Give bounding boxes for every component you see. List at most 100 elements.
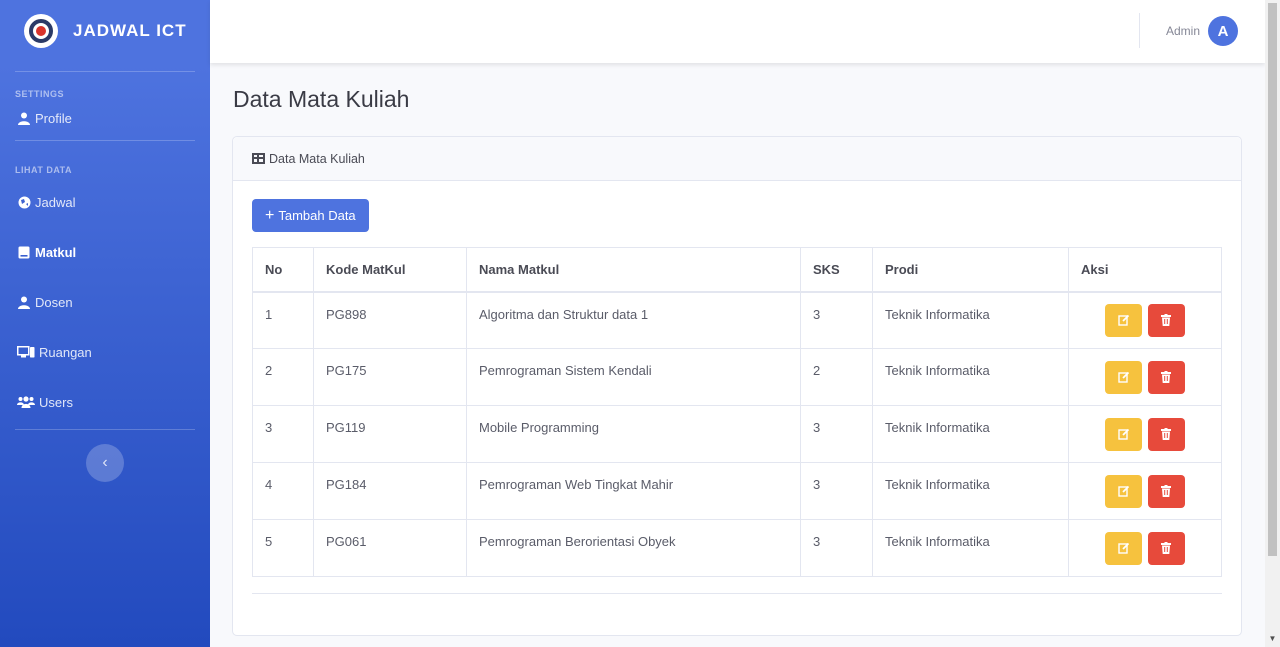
scroll-down-arrow-icon[interactable]: ▼ bbox=[1268, 634, 1277, 643]
edit-button[interactable] bbox=[1105, 303, 1143, 337]
card-header: Data Mata Kuliah bbox=[233, 137, 1241, 181]
sidebar-item-label: Matkul bbox=[35, 244, 77, 260]
book-icon bbox=[17, 245, 31, 259]
cell-kode: PG898 bbox=[313, 291, 467, 349]
cell-prodi: Teknik Informatika bbox=[872, 462, 1069, 520]
sidebar-heading-settings: SETTINGS bbox=[15, 89, 65, 99]
sidebar-item-ruangan[interactable]: Ruangan bbox=[0, 327, 210, 377]
avatar[interactable]: A bbox=[1208, 16, 1238, 46]
column-header-aksi: Aksi bbox=[1068, 247, 1222, 293]
scrollbar-thumb[interactable] bbox=[1268, 3, 1277, 556]
cell-no: 5 bbox=[252, 519, 314, 577]
cell-no: 3 bbox=[252, 405, 314, 463]
cell-nama: Mobile Programming bbox=[466, 405, 801, 463]
column-header-kode: Kode MatKul bbox=[313, 247, 467, 293]
cell-aksi bbox=[1068, 291, 1222, 349]
cell-no: 2 bbox=[252, 348, 314, 406]
sidebar-item-jadwal[interactable]: Jadwal bbox=[0, 177, 210, 227]
delete-button[interactable] bbox=[1147, 531, 1185, 565]
sidebar-item-label: Jadwal bbox=[35, 194, 76, 210]
edit-button[interactable] bbox=[1105, 360, 1143, 394]
brand[interactable]: JADWAL ICT bbox=[0, 0, 210, 62]
cell-nama: Algoritma dan Struktur data 1 bbox=[466, 291, 801, 349]
data-card: Data Mata Kuliah + Tambah Data No Kode M… bbox=[232, 136, 1242, 636]
table-row: 4 PG184 Pemrograman Web Tingkat Mahir 3 … bbox=[252, 462, 1222, 520]
trash-icon bbox=[1161, 428, 1172, 440]
sidebar: JADWAL ICT SETTINGS Profile LIHAT DATA J… bbox=[0, 0, 210, 647]
edit-icon bbox=[1117, 428, 1129, 440]
cell-aksi bbox=[1068, 348, 1222, 406]
sidebar-heading-lihat-data: LIHAT DATA bbox=[15, 165, 72, 175]
sidebar-item-label: Dosen bbox=[35, 294, 73, 310]
edit-icon bbox=[1117, 485, 1129, 497]
trash-icon bbox=[1161, 314, 1172, 327]
edit-icon bbox=[1117, 315, 1129, 326]
delete-button[interactable] bbox=[1147, 303, 1185, 337]
cell-kode: PG184 bbox=[313, 462, 467, 520]
topbar-divider bbox=[1139, 13, 1140, 48]
brand-logo-icon bbox=[24, 14, 58, 48]
cell-sks: 3 bbox=[800, 405, 873, 463]
cell-kode: PG119 bbox=[313, 405, 467, 463]
card-title: Data Mata Kuliah bbox=[269, 151, 365, 166]
users-icon bbox=[17, 395, 35, 409]
cell-sks: 3 bbox=[800, 519, 873, 577]
cell-aksi bbox=[1068, 519, 1222, 577]
globe-icon bbox=[17, 195, 31, 209]
cell-kode: PG175 bbox=[313, 348, 467, 406]
topbar: Admin A bbox=[210, 0, 1265, 63]
cell-prodi: Teknik Informatika bbox=[872, 519, 1069, 577]
trash-icon bbox=[1161, 371, 1172, 383]
matkul-table: No Kode MatKul Nama Matkul SKS Prodi Aks… bbox=[252, 247, 1222, 577]
table-row: 3 PG119 Mobile Programming 3 Teknik Info… bbox=[252, 405, 1222, 463]
sidebar-item-label: Users bbox=[39, 394, 73, 410]
sidebar-item-profile[interactable]: Profile bbox=[0, 99, 210, 137]
column-header-sks: SKS bbox=[800, 247, 873, 293]
sidebar-item-label: Ruangan bbox=[39, 344, 92, 360]
cell-aksi bbox=[1068, 462, 1222, 520]
column-header-prodi: Prodi bbox=[872, 247, 1069, 293]
sidebar-item-matkul[interactable]: Matkul bbox=[0, 227, 210, 277]
trash-icon bbox=[1161, 542, 1172, 554]
column-header-nama: Nama Matkul bbox=[466, 247, 801, 293]
trash-icon bbox=[1161, 485, 1172, 497]
cell-sks: 3 bbox=[800, 462, 873, 520]
delete-button[interactable] bbox=[1147, 474, 1185, 508]
sidebar-item-users[interactable]: Users bbox=[0, 377, 210, 427]
cell-sks: 2 bbox=[800, 348, 873, 406]
table-header-row: No Kode MatKul Nama Matkul SKS Prodi Aks… bbox=[252, 247, 1222, 293]
page-title: Data Mata Kuliah bbox=[233, 86, 410, 112]
cell-sks: 3 bbox=[800, 291, 873, 349]
cell-aksi bbox=[1068, 405, 1222, 463]
delete-button[interactable] bbox=[1147, 360, 1185, 394]
user-icon bbox=[17, 295, 31, 309]
add-data-button[interactable]: + Tambah Data bbox=[252, 199, 369, 232]
add-data-label: Tambah Data bbox=[278, 208, 356, 223]
edit-button[interactable] bbox=[1105, 474, 1143, 508]
scrollbar[interactable]: ▼ bbox=[1265, 0, 1280, 647]
cell-nama: Pemrograman Web Tingkat Mahir bbox=[466, 462, 801, 520]
column-header-no: No bbox=[252, 247, 314, 293]
user-name[interactable]: Admin bbox=[1166, 24, 1200, 38]
table-bottom-divider bbox=[252, 593, 1222, 594]
desktop-icon bbox=[17, 345, 35, 359]
cell-prodi: Teknik Informatika bbox=[872, 291, 1069, 349]
sidebar-item-dosen[interactable]: Dosen bbox=[0, 277, 210, 327]
edit-icon bbox=[1117, 542, 1129, 554]
chevron-left-icon: ‹ bbox=[102, 454, 108, 471]
brand-name: JADWAL ICT bbox=[73, 21, 187, 40]
edit-button[interactable] bbox=[1105, 531, 1143, 565]
table-row: 5 PG061 Pemrograman Berorientasi Obyek 3… bbox=[252, 519, 1222, 577]
sidebar-toggle-button[interactable]: ‹ bbox=[86, 444, 124, 482]
cell-prodi: Teknik Informatika bbox=[872, 405, 1069, 463]
table-icon bbox=[252, 153, 265, 164]
edit-button[interactable] bbox=[1105, 417, 1143, 451]
cell-nama: Pemrograman Sistem Kendali bbox=[466, 348, 801, 406]
cell-no: 1 bbox=[252, 291, 314, 349]
delete-button[interactable] bbox=[1147, 417, 1185, 451]
sidebar-divider bbox=[15, 429, 195, 430]
sidebar-divider bbox=[15, 140, 195, 141]
sidebar-divider bbox=[15, 71, 195, 72]
table-row: 1 PG898 Algoritma dan Struktur data 1 3 … bbox=[252, 291, 1222, 349]
sidebar-item-label: Profile bbox=[35, 110, 72, 126]
